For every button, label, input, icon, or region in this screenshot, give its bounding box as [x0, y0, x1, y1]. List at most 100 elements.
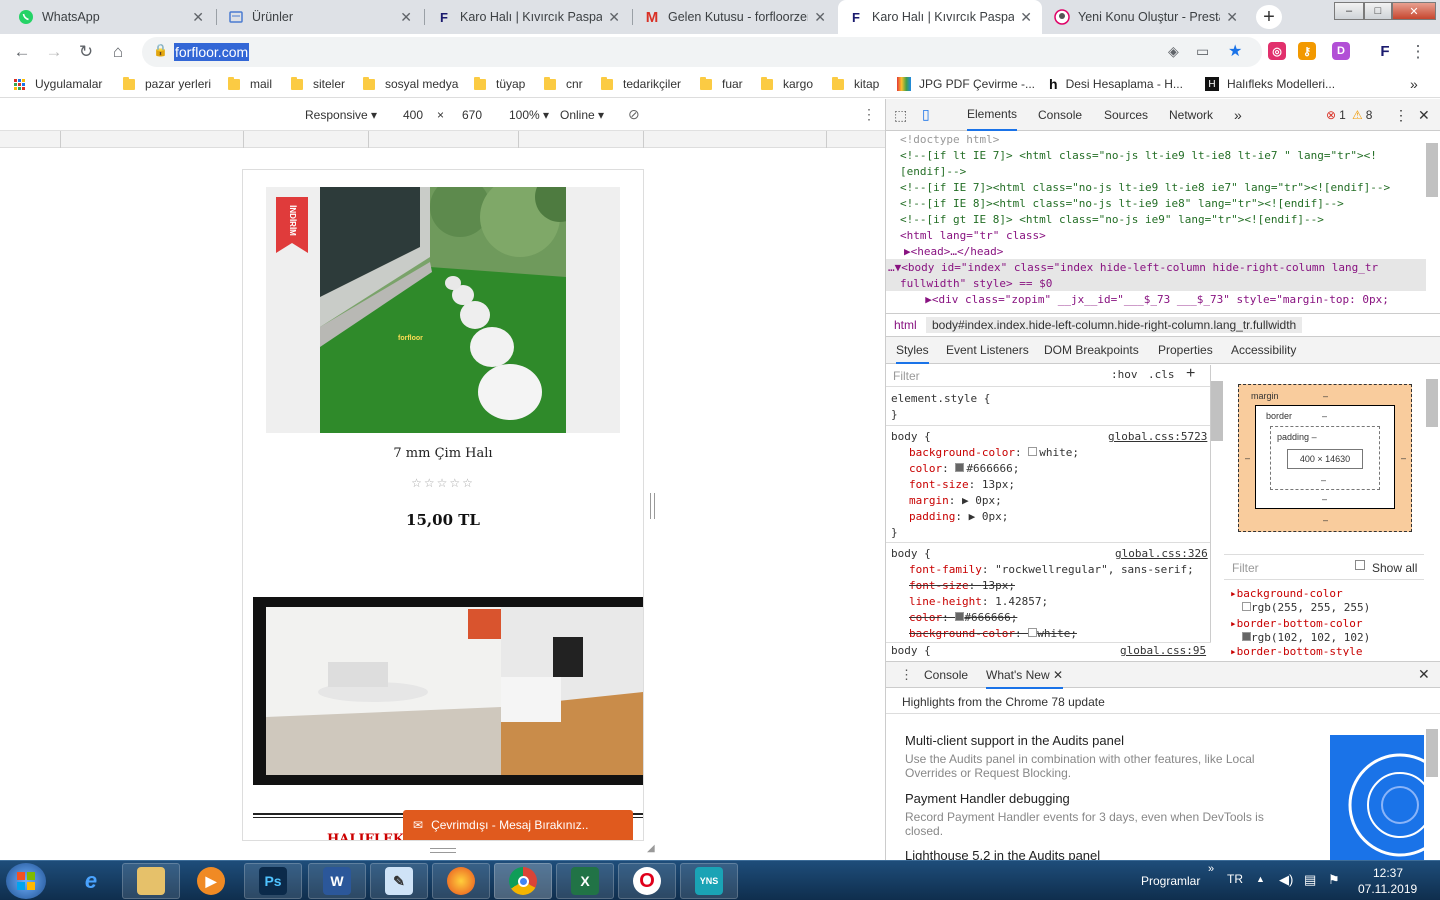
drawer-close-icon[interactable]: ✕ — [1418, 666, 1430, 683]
bookmark-star-icon[interactable]: ★ — [1228, 41, 1242, 61]
taskbar-excel[interactable]: X — [556, 863, 614, 899]
address-bar[interactable]: 🔒 forfloor.com ◈ ▭ ★ — [142, 37, 1262, 67]
dom-tree[interactable]: <!doctype html> <!--[if lt IE 7]> <html … — [886, 131, 1426, 311]
styles-scrollbar[interactable] — [1211, 381, 1223, 441]
feature-title[interactable]: Payment Handler debugging — [905, 791, 1070, 806]
breadcrumb-html[interactable]: html — [894, 318, 917, 332]
chat-widget[interactable]: ✉ Çevrimdışı - Mesaj Bırakınız.. — [403, 810, 633, 840]
product-image[interactable]: forfloor — [320, 187, 566, 433]
bookmark-folder[interactable]: kitap — [832, 70, 879, 98]
css-property[interactable]: line-height: 1.42857; — [909, 594, 1048, 610]
close-window-button[interactable]: ✕ — [1392, 2, 1436, 20]
taskbar-ie[interactable]: e — [62, 863, 120, 899]
drawer-scrollbar[interactable] — [1426, 729, 1438, 777]
network-dropdown[interactable]: Online ▾ — [560, 108, 604, 122]
bookmark-folder[interactable]: pazar yerleri — [123, 70, 211, 98]
margin-bottom-value[interactable]: – — [1323, 515, 1328, 525]
height-input[interactable]: 670 — [452, 105, 492, 125]
rule-source-link[interactable]: global.css:326 — [1115, 546, 1208, 562]
home-icon[interactable]: ⌂ — [106, 40, 130, 64]
zoom-dropdown[interactable]: 100% ▾ — [509, 108, 549, 122]
rule-selector[interactable]: body { — [891, 429, 931, 445]
bookmark-jpg-pdf[interactable]: JPG PDF Çevirme -... — [897, 70, 1035, 98]
key-icon[interactable]: ⚷ — [1298, 42, 1316, 60]
dom-line[interactable]: ▶<head>…</head> — [904, 244, 1003, 260]
clock-date[interactable]: 07.11.2019 — [1358, 882, 1417, 896]
breadcrumb-body[interactable]: body#index.index.hide-left-column.hide-r… — [926, 317, 1303, 333]
bookmark-halifleks[interactable]: H Halıfleks Modelleri... — [1205, 70, 1335, 98]
computed-scrollbar[interactable] — [1426, 379, 1438, 427]
dom-line[interactable]: <html lang="tr" class> — [900, 228, 1046, 244]
close-icon[interactable]: ✕ — [608, 9, 620, 26]
device-viewport[interactable]: forfloor İNDİRİM 7 mm Çim Halı ☆☆☆☆☆ 15,… — [243, 170, 643, 840]
dom-line[interactable]: [endif]--> — [900, 164, 966, 180]
rule-selector[interactable]: body { — [891, 546, 931, 562]
css-property-overridden[interactable]: background-color: white; — [909, 626, 1077, 642]
taskbar-word[interactable]: W — [308, 863, 366, 899]
subtab-accessibility[interactable]: Accessibility — [1231, 343, 1296, 357]
dom-line[interactable]: <!--[if IE 7]><html class="no-js lt-ie9 … — [900, 180, 1390, 196]
forward-icon[interactable]: → — [42, 40, 66, 64]
close-icon[interactable]: ✕ — [1226, 9, 1238, 26]
taskbar-opera[interactable]: O — [618, 863, 676, 899]
dom-line[interactable]: <!doctype html> — [900, 132, 999, 148]
margin-top-value[interactable]: – — [1323, 391, 1328, 401]
responsive-dropdown[interactable]: Responsive ▾ — [305, 108, 377, 122]
instagram-icon[interactable]: ◎ — [1268, 42, 1286, 60]
bookmark-folder[interactable]: sosyal medya — [363, 70, 458, 98]
padding-bottom-value[interactable]: – — [1321, 475, 1326, 485]
bookmarks-more-button[interactable]: » — [1410, 70, 1418, 98]
computed-filter-input[interactable]: Filter — [1232, 561, 1259, 575]
taskbar-photoshop[interactable]: Ps — [244, 863, 302, 899]
devtools-menu-icon[interactable]: ⋮ — [1394, 99, 1408, 131]
box-model-margin[interactable]: margin – – – – border – – padding – 400 … — [1238, 384, 1412, 532]
tab-network[interactable]: Network — [1169, 99, 1213, 131]
cls-button[interactable]: .cls — [1148, 368, 1175, 381]
error-count[interactable]: ⊗ 1 — [1326, 99, 1346, 131]
close-icon[interactable]: ✕ — [192, 9, 204, 26]
computed-item[interactable]: ▸border-bottom-style — [1230, 644, 1362, 656]
tray-expand-icon[interactable]: ▲ — [1256, 874, 1265, 884]
devtools-close-icon[interactable]: ✕ — [1418, 99, 1430, 131]
tab-presta[interactable]: Yeni Konu Oluştur - Presta ✕ — [1044, 0, 1248, 34]
bookmark-folder[interactable]: siteler — [291, 70, 345, 98]
minimize-button[interactable]: – — [1334, 2, 1364, 20]
close-icon[interactable]: ✕ — [814, 9, 826, 26]
feature-title[interactable]: Multi-client support in the Audits panel — [905, 733, 1124, 748]
resize-corner-icon[interactable]: ◢ — [647, 843, 655, 854]
forfloor-extension-icon[interactable]: F — [1376, 42, 1394, 60]
start-button[interactable] — [6, 863, 46, 899]
warning-count[interactable]: ⚠ 8 — [1352, 99, 1372, 131]
bookmark-folder[interactable]: mail — [228, 70, 272, 98]
subtab-event-listeners[interactable]: Event Listeners — [946, 343, 1029, 357]
drawer-tab-whats-new[interactable]: What's New ✕ — [986, 668, 1064, 689]
element-style-rule[interactable]: element.style { — [891, 391, 990, 407]
dom-line[interactable]: <!--[if gt IE 8]> <html class="no-js ie9… — [900, 212, 1324, 228]
styles-filter-input[interactable]: Filter — [893, 369, 920, 383]
more-tabs-button[interactable]: » — [1234, 99, 1242, 131]
action-center-icon[interactable]: ⚑ — [1328, 872, 1340, 888]
css-property[interactable]: padding: ▶ 0px; — [909, 509, 1008, 525]
resize-handle-right[interactable] — [650, 493, 655, 519]
drawer-menu-icon[interactable]: ⋮ — [900, 667, 913, 683]
dom-line[interactable]: <!--[if lt IE 7]> <html class="no-js lt-… — [900, 148, 1377, 164]
url-text[interactable]: forfloor.com — [174, 43, 250, 61]
programs-toolbar[interactable]: Programlar — [1141, 874, 1200, 888]
device-menu-icon[interactable]: ⋮ — [862, 106, 876, 123]
box-model-content[interactable]: 400 × 14630 — [1287, 449, 1363, 469]
bookmark-desi[interactable]: h Desi Hesaplama - H... — [1049, 70, 1183, 98]
taskbar-firefox[interactable] — [432, 863, 490, 899]
tab-whatsapp[interactable]: WhatsApp ✕ — [8, 0, 214, 34]
dom-line[interactable]: fullwidth" style> == $0 — [900, 276, 1052, 292]
tab-gmail[interactable]: M Gelen Kutusu - forfloorzem ✕ — [634, 0, 836, 34]
taskbar-media[interactable]: ▶ — [182, 863, 240, 899]
close-icon[interactable]: ✕ — [1020, 9, 1032, 26]
rule-selector[interactable]: body { — [891, 643, 931, 658]
bookmark-folder[interactable]: tüyap — [474, 70, 525, 98]
chrome-menu-icon[interactable]: ⋮ — [1406, 40, 1430, 64]
dom-line[interactable]: <!--[if IE 8]><html class="no-js lt-ie9 … — [900, 196, 1344, 212]
tab-elements[interactable]: Elements — [967, 99, 1018, 131]
rotate-icon[interactable]: ⊘ — [628, 106, 640, 123]
bookmark-apps[interactable]: Uygulamalar — [14, 70, 102, 98]
tab-console[interactable]: Console — [1038, 99, 1082, 131]
